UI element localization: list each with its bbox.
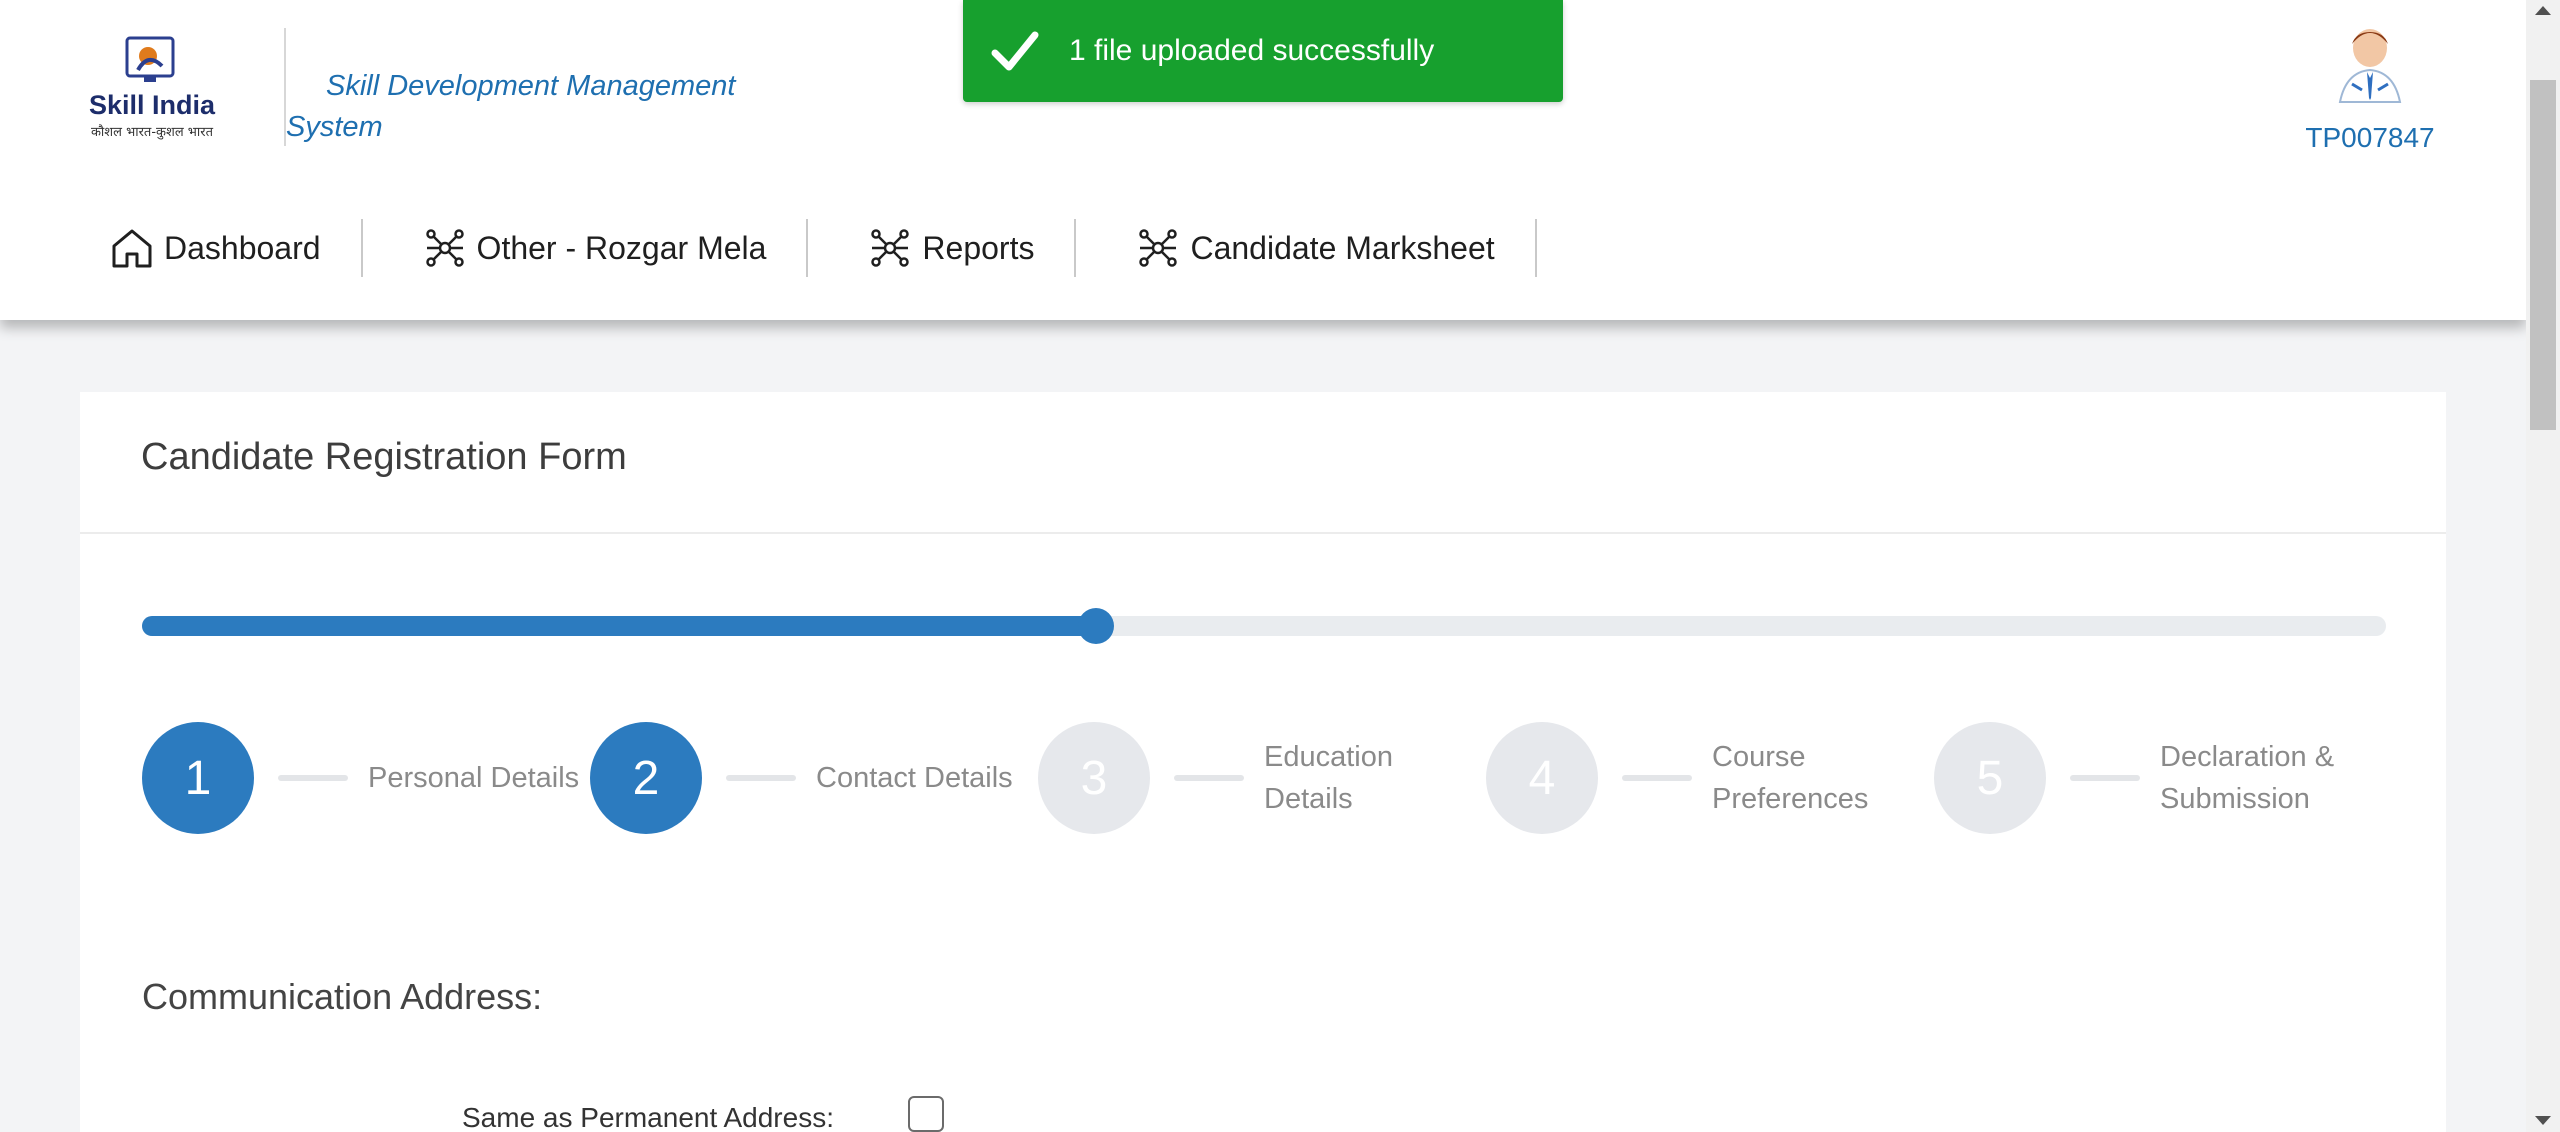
step-label: Declaration & Submission (2160, 741, 2335, 815)
nav-label: Candidate Marksheet (1190, 229, 1495, 266)
avatar-icon (2338, 29, 2402, 103)
step-number: 4 (1486, 722, 1598, 834)
step-number: 5 (1934, 722, 2046, 834)
registration-form-card: Candidate Registration Form 1 Personal D… (80, 392, 2446, 1132)
step-connector (1174, 775, 1244, 781)
system-title[interactable]: Skill Development Management System (286, 66, 766, 148)
check-icon (989, 25, 1041, 77)
user-avatar[interactable] (2300, 26, 2440, 111)
nav-divider (1534, 219, 1537, 277)
step-connector (2070, 775, 2140, 781)
step-label: Personal Details (368, 762, 580, 794)
logo-text: Skill India (89, 90, 216, 120)
page-scrollbar[interactable] (2526, 0, 2560, 1132)
form-title: Candidate Registration Form (141, 436, 627, 478)
step-label: Contact Details (816, 762, 1013, 794)
communication-address-heading: Communication Address: (142, 976, 543, 1017)
user-id[interactable]: TP007847 (2290, 122, 2450, 154)
nav-candidate-marksheet[interactable]: Candidate Marksheet (1136, 218, 1534, 278)
nav-label: Reports (922, 229, 1035, 266)
nav-reports[interactable]: Reports (868, 218, 1074, 278)
step-education-details[interactable]: 3 Education Details (1038, 720, 1414, 836)
nav-label: Dashboard (164, 229, 321, 266)
nav-label: Other - Rozgar Mela (476, 229, 767, 266)
home-icon (110, 226, 154, 270)
step-label: Education Details (1264, 741, 1393, 815)
step-personal-details[interactable]: 1 Personal Details (142, 720, 579, 836)
stepper: 1 Personal Details 2 Contact Details 3 E… (142, 720, 2442, 836)
step-number: 3 (1038, 722, 1150, 834)
upload-success-toast[interactable]: 1 file uploaded successfully (963, 0, 1563, 102)
skill-india-logo[interactable]: Skill India कौशल भारत-कुशल भारत (82, 36, 222, 146)
nav-divider (806, 219, 809, 277)
network-icon (1136, 226, 1180, 270)
card-header: Candidate Registration Form (80, 392, 2446, 534)
scroll-up-arrow-icon[interactable] (2535, 6, 2551, 15)
nav-divider (360, 219, 363, 277)
step-label: Course Preferences (1712, 741, 1869, 815)
nav-dashboard[interactable]: Dashboard (110, 218, 361, 278)
nav-divider (1074, 219, 1077, 277)
scroll-thumb[interactable] (2530, 80, 2556, 430)
toast-message: 1 file uploaded successfully (1069, 34, 1435, 67)
same-as-permanent-checkbox[interactable] (908, 1096, 944, 1132)
step-declaration-submission[interactable]: 5 Declaration & Submission (1934, 720, 2360, 836)
same-as-permanent-label: Same as Permanent Address: (462, 1102, 834, 1132)
main-nav: Dashboard Other - Rozgar Mela Reports Ca… (110, 218, 1537, 278)
form-progress-bar (142, 608, 2386, 644)
scroll-down-arrow-icon[interactable] (2535, 1116, 2551, 1125)
step-course-preferences[interactable]: 4 Course Preferences (1486, 720, 1882, 836)
step-connector (726, 775, 796, 781)
step-number: 1 (142, 722, 254, 834)
nav-other-rozgar-mela[interactable]: Other - Rozgar Mela (423, 218, 807, 278)
progress-knob (1077, 608, 1114, 644)
network-icon (868, 226, 912, 270)
step-connector (1622, 775, 1692, 781)
step-number: 2 (590, 722, 702, 834)
logo-subtext: कौशल भारत-कुशल भारत (91, 124, 214, 140)
step-connector (278, 775, 348, 781)
step-contact-details[interactable]: 2 Contact Details (590, 720, 1013, 836)
network-icon (423, 226, 467, 270)
progress-fill (142, 616, 1096, 636)
